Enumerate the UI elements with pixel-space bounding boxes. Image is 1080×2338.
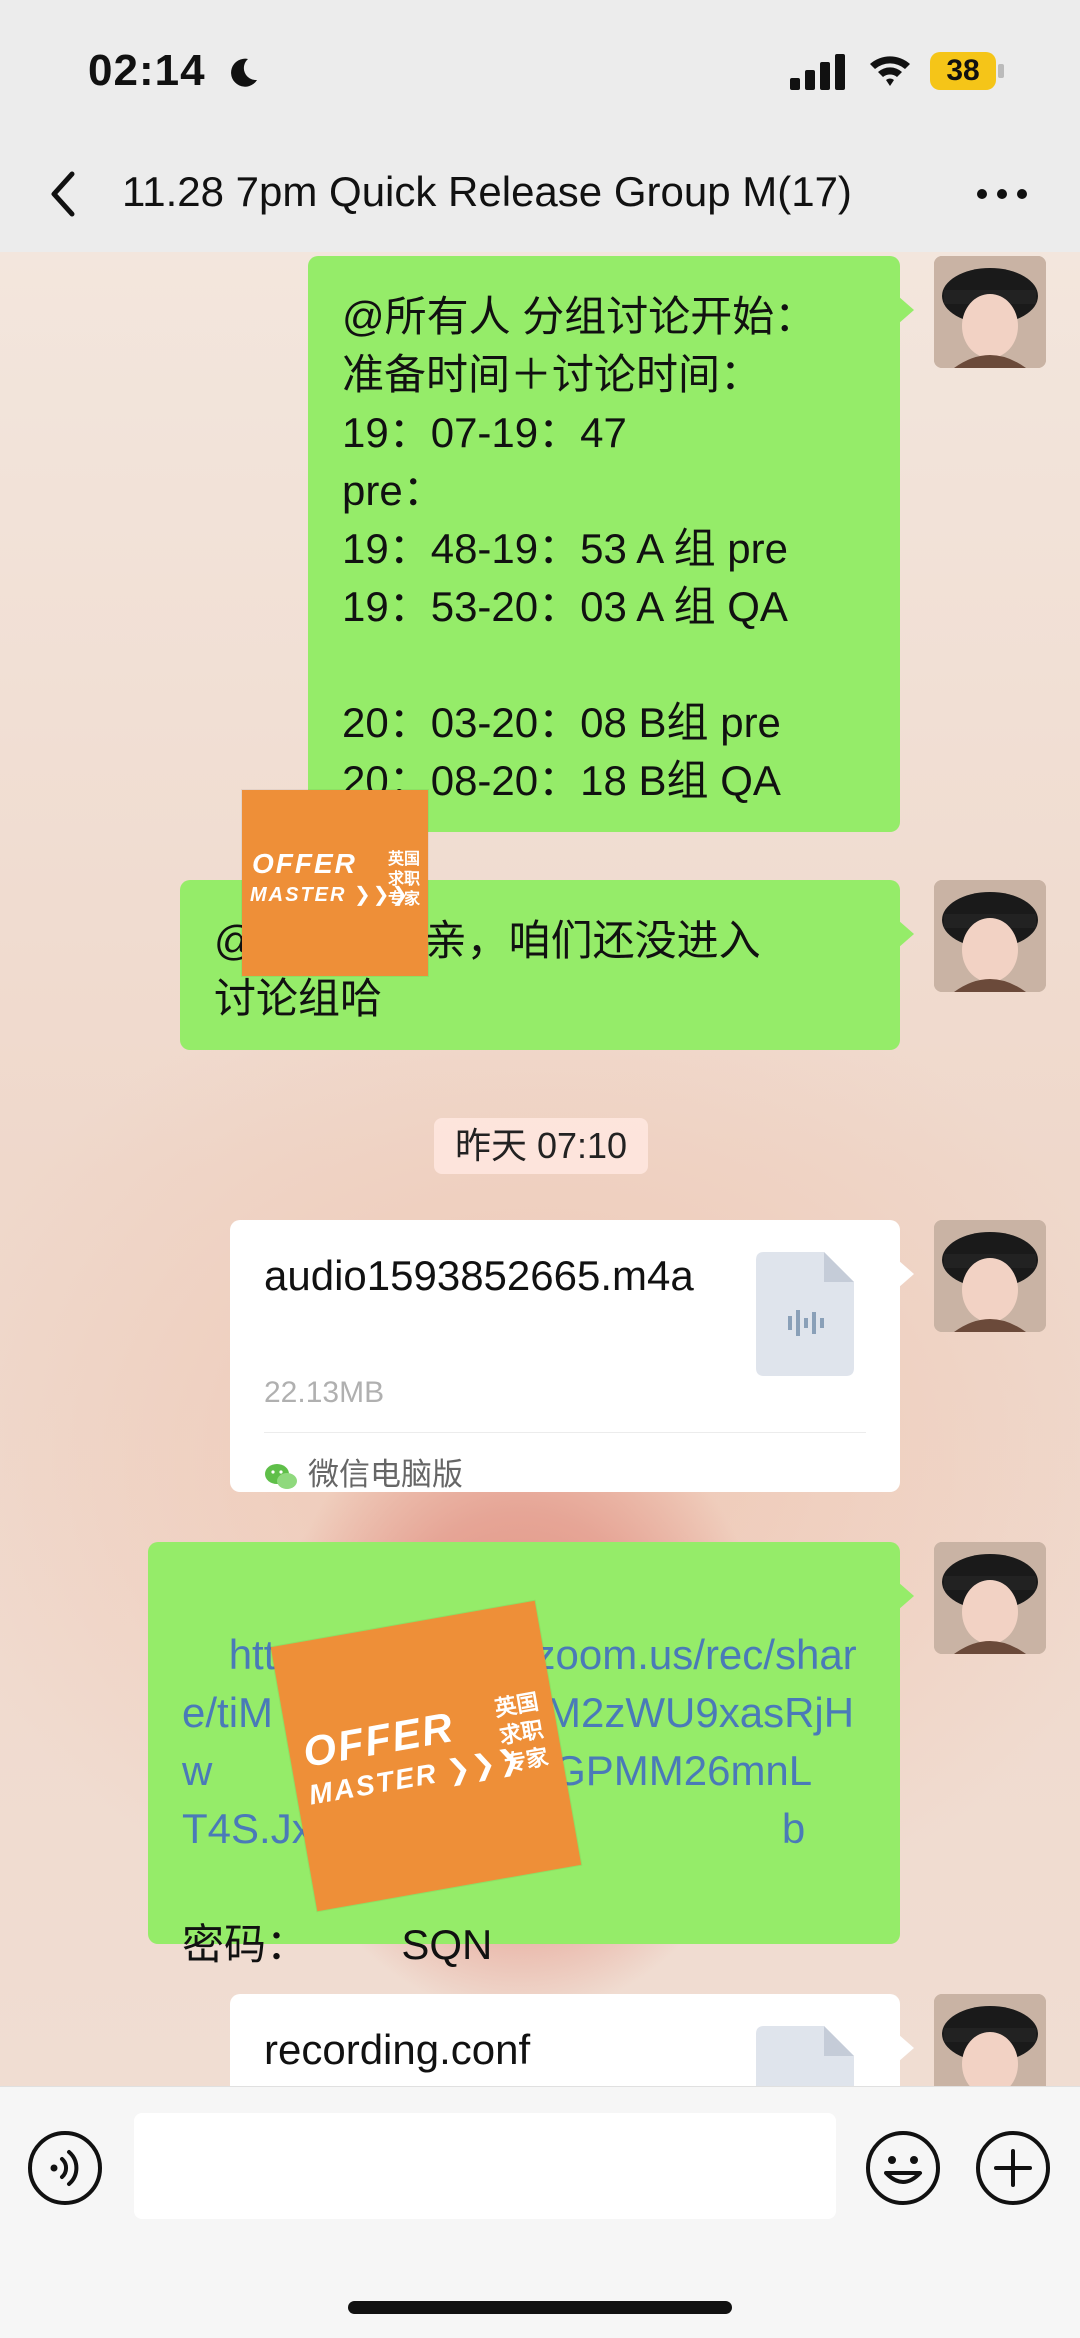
file-name: recording.conf (264, 2026, 531, 2073)
message-input[interactable] (134, 2113, 836, 2219)
watermark-cn: 英国 求职 专家 (388, 851, 421, 908)
password-line: 密码： SQN (182, 1921, 493, 1968)
wifi-icon (870, 56, 910, 86)
emoji-icon[interactable] (864, 2129, 942, 2207)
moon-icon (231, 58, 257, 87)
wechat-pc-icon (265, 1463, 297, 1489)
input-bar (0, 2086, 1080, 2338)
status-time: 02:14 (88, 46, 206, 95)
avatar[interactable] (934, 256, 1046, 368)
chevron-left-icon[interactable] (40, 162, 84, 226)
chat-title-text: 11.28 7pm Quick Release Group M (122, 168, 778, 215)
message-timestamp: 昨天 07:10 (434, 1118, 648, 1174)
battery-level: 38 (946, 54, 980, 87)
watermark-logo: OFFER MASTER ❯❯❯ 英国 求职 专家 (242, 790, 428, 976)
chat-header: 11.28 7pm Quick Release Group M(17) (0, 140, 1080, 252)
more-dots-icon[interactable] (974, 186, 1030, 202)
watermark-master: MASTER ❯❯❯ (250, 884, 411, 906)
avatar[interactable] (934, 1220, 1046, 1332)
status-bar: 02:14 38 (0, 0, 1080, 140)
chat-title[interactable]: 11.28 7pm Quick Release Group M(17) (122, 168, 922, 216)
voice-input-icon[interactable] (26, 2129, 104, 2207)
message-bubble[interactable]: @所有人 分组讨论开始： 准备时间＋讨论时间： 19：07-19：47 pre：… (308, 256, 914, 832)
plus-icon[interactable] (974, 2129, 1052, 2207)
battery-icon: 38 (930, 52, 1006, 92)
file-message[interactable]: audio1593852665.m4a 22.13MB 微信电脑版 (230, 1220, 914, 1492)
file-size: 22.13MB (264, 1376, 385, 1409)
file-name: audio1593852665.m4a (264, 1252, 694, 1299)
avatar[interactable] (934, 1542, 1046, 1654)
audio-file-icon (756, 1252, 854, 1376)
watermark-offer: OFFER (252, 848, 357, 879)
member-count: (17) (777, 168, 852, 215)
message-text: @所有人 分组讨论开始： 准备时间＋讨论时间： 19：07-19：47 pre：… (342, 293, 817, 804)
file-source: 微信电脑版 (264, 1446, 463, 1504)
home-indicator (348, 2301, 732, 2314)
avatar[interactable] (934, 880, 1046, 992)
cellular-signal-icon (790, 54, 845, 90)
watermark-logo: OFFER MASTER ❯❯❯ 英国 求职 专家 (270, 1600, 582, 1912)
